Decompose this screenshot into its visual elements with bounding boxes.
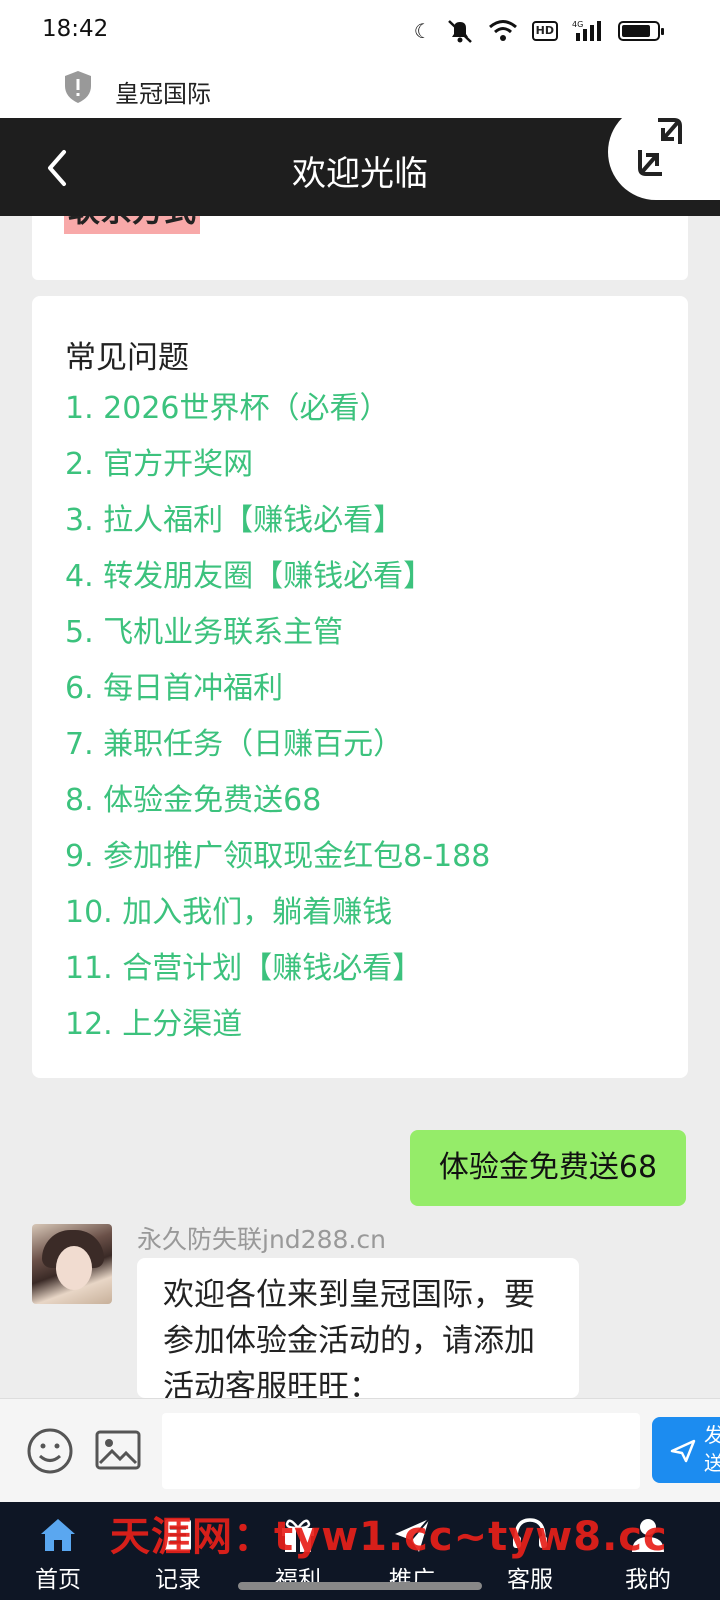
signal-icon: 4G <box>572 20 601 41</box>
message-input[interactable] <box>162 1413 640 1489</box>
faq-card: 常见问题 1. 2026世界杯（必看） 2. 官方开奖网 3. 拉人福利【赚钱必… <box>32 296 688 1078</box>
chat-input-bar: 发送 <box>0 1398 720 1502</box>
faq-title: 常见问题 <box>65 340 189 376</box>
sender-name: 永久防失联jnd288.cn <box>137 1225 386 1254</box>
avatar <box>32 1224 112 1304</box>
status-time: 18:42 <box>42 16 109 42</box>
contact-heading: 联系方式 <box>64 216 201 234</box>
minimize-button[interactable] <box>608 104 720 200</box>
collapse-arrows-icon <box>638 118 682 176</box>
home-indicator[interactable] <box>238 1582 482 1590</box>
status-bar: 18:42 ☾ HD 4G <box>0 0 720 62</box>
image-icon[interactable] <box>94 1429 142 1471</box>
faq-link[interactable]: 6. 每日首冲福利 <box>65 668 490 724</box>
moon-icon: ☾ <box>413 19 432 43</box>
faq-link[interactable]: 12. 上分渠道 <box>65 1004 490 1060</box>
faq-link[interactable]: 4. 转发朋友圈【赚钱必看】 <box>65 556 490 612</box>
hd-badge: HD <box>531 21 558 41</box>
wifi-icon <box>488 20 517 41</box>
reply-text: 欢迎各位来到皇冠国际，要参加体验金活动的，请添加活动客服旺旺： <box>163 1277 535 1398</box>
emoji-icon[interactable] <box>26 1427 74 1475</box>
url-bar: 皇冠国际 <box>0 62 720 118</box>
tab-label: 我的 <box>625 1567 671 1593</box>
battery-icon <box>618 21 664 41</box>
contact-card: 联系方式 <box>32 216 688 280</box>
tab-label: 首页 <box>35 1567 81 1593</box>
svg-text:4G: 4G <box>572 20 583 29</box>
faq-link[interactable]: 3. 拉人福利【赚钱必看】 <box>65 500 490 556</box>
tab-home[interactable]: 首页 <box>8 1514 108 1594</box>
status-icons: ☾ HD 4G <box>413 18 664 44</box>
faq-link[interactable]: 10. 加入我们，躺着赚钱 <box>65 892 490 948</box>
faq-link[interactable]: 1. 2026世界杯（必看） <box>65 388 490 444</box>
send-button[interactable]: 发送 <box>652 1417 720 1483</box>
faq-link[interactable]: 7. 兼职任务（日赚百元） <box>65 724 490 780</box>
home-icon <box>41 1519 75 1551</box>
faq-link[interactable]: 5. 飞机业务联系主管 <box>65 612 490 668</box>
tab-label: 客服 <box>507 1567 553 1593</box>
site-title: 皇冠国际 <box>115 80 211 108</box>
faq-link[interactable]: 8. 体验金免费送68 <box>65 780 490 836</box>
my-message-bubble: 体验金免费送68 <box>410 1130 686 1206</box>
faq-link[interactable]: 9. 参加推广领取现金红包8-188 <box>65 836 490 892</box>
mute-bell-icon <box>447 20 472 43</box>
send-icon <box>670 1439 696 1463</box>
send-label: 发送 <box>704 1423 720 1475</box>
faq-link[interactable]: 11. 合营计划【赚钱必看】 <box>65 948 490 1004</box>
faq-link[interactable]: 2. 官方开奖网 <box>65 444 490 500</box>
reply-message-bubble: 欢迎各位来到皇冠国际，要参加体验金活动的，请添加活动客服旺旺： <box>137 1258 579 1398</box>
watermark-text: 天涯网：tyw1.cc~tyw8.cc <box>110 1514 668 1560</box>
shield-icon <box>65 71 91 103</box>
faq-list: 1. 2026世界杯（必看） 2. 官方开奖网 3. 拉人福利【赚钱必看】 4.… <box>65 388 490 1060</box>
tab-label: 记录 <box>155 1567 201 1593</box>
